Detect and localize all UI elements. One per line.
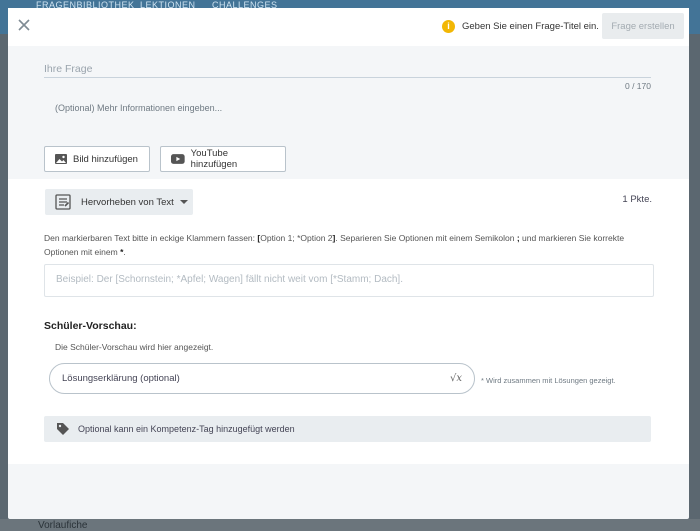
highlight-text-icon (55, 194, 71, 210)
youtube-icon (171, 154, 185, 164)
close-button[interactable] (16, 17, 32, 33)
modal-header: i Geben Sie einen Frage-Titel ein. Frage… (8, 8, 689, 46)
info-icon: i (442, 19, 455, 33)
warning-text: Geben Sie einen Frage-Titel ein. (462, 20, 599, 32)
sqrt-icon[interactable]: √x (450, 373, 462, 384)
instructions-part: . (123, 247, 126, 257)
question-title-input[interactable] (44, 62, 651, 78)
close-icon (18, 19, 30, 31)
student-preview-text: Die Schüler-Vorschau wird hier angezeigt… (55, 342, 214, 352)
solution-note: * Wird zusammen mit Lösungen gezeigt. (481, 376, 616, 385)
highlight-text-input[interactable]: Beispiel: Der [Schornstein; *Apfel; Wage… (44, 264, 654, 297)
instructions-example: Option 1; *Option 2 (260, 233, 333, 243)
competency-tag-label: Optional kann ein Kompetenz-Tag hinzugef… (78, 424, 295, 434)
solution-placeholder: Lösungserklärung (optional) (62, 373, 180, 384)
chevron-down-icon (179, 200, 188, 204)
more-info-input[interactable] (55, 101, 455, 115)
question-type-label: Hervorheben von Text (81, 196, 174, 208)
instructions-part: Den markierbaren Text bitte in eckige Kl… (44, 233, 258, 243)
instructions-text: Den markierbaren Text bitte in eckige Kl… (44, 231, 644, 259)
tag-icon (57, 423, 69, 435)
image-icon (55, 154, 67, 164)
question-editor-modal: i Geben Sie einen Frage-Titel ein. Frage… (8, 8, 689, 519)
add-image-button[interactable]: Bild hinzufügen (44, 146, 150, 172)
points-label: 1 Pkte. (622, 194, 652, 205)
highlight-text-placeholder: Beispiel: Der [Schornstein; *Apfel; Wage… (56, 274, 403, 285)
solution-explanation-input[interactable]: Lösungserklärung (optional) √x (49, 363, 475, 394)
create-question-button[interactable]: Frage erstellen (602, 13, 684, 39)
background-footer-text: Vorlaufiche (38, 520, 88, 531)
add-youtube-label: YouTube hinzufügen (190, 148, 238, 170)
instructions-part: . Separieren Sie Optionen mit einem Semi… (335, 233, 517, 243)
title-warning: i Geben Sie einen Frage-Titel ein. (442, 18, 599, 34)
add-youtube-button[interactable]: YouTube hinzufügen (160, 146, 286, 172)
question-type-dropdown[interactable]: Hervorheben von Text (45, 189, 193, 215)
student-preview-title: Schüler-Vorschau: (44, 320, 137, 332)
background-footer (0, 519, 700, 531)
add-image-label: Bild hinzufügen (73, 153, 138, 165)
character-counter: 0 / 170 (625, 81, 651, 91)
question-body-section: Hervorheben von Text 1 Pkte. Den markier… (8, 179, 689, 464)
add-competency-tag-button[interactable]: Optional kann ein Kompetenz-Tag hinzugef… (44, 416, 651, 442)
